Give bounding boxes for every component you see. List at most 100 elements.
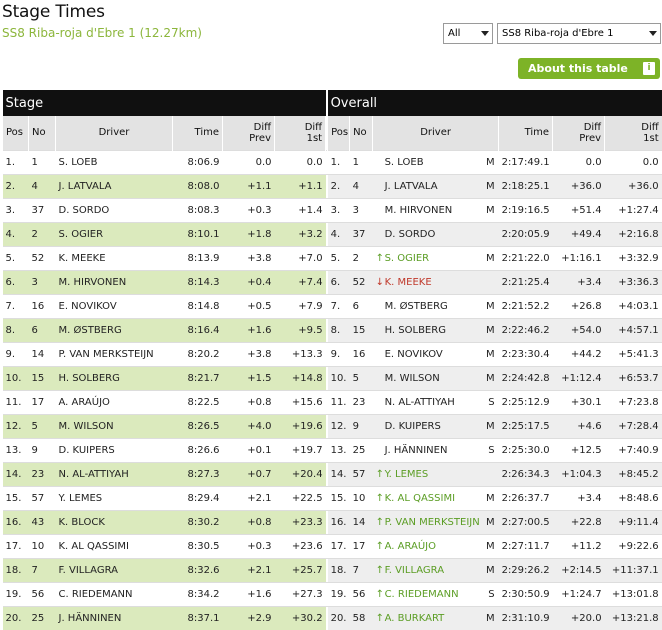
overall-diff-1st: +9:22.6 bbox=[604, 533, 662, 558]
stage-select-value: SS8 Riba-roja d'Ebre 1 bbox=[502, 28, 614, 39]
overall-car-no: 25 bbox=[349, 437, 373, 462]
overall-driver-cell[interactable]: E. NOVIKOV M bbox=[372, 341, 499, 366]
stage-driver[interactable]: S. OGIER bbox=[55, 221, 173, 246]
overall-driver-name[interactable]: M. WILSON bbox=[385, 373, 440, 384]
about-table-button[interactable]: About this table i bbox=[518, 58, 660, 79]
overall-driver-name[interactable]: D. SORDO bbox=[385, 229, 436, 240]
overall-driver-cell[interactable]: ↑A. ARAÚJO M bbox=[372, 533, 499, 558]
stage-driver[interactable]: E. NOVIKOV bbox=[55, 293, 173, 318]
stage-driver[interactable]: M. WILSON bbox=[55, 413, 173, 438]
stage-driver[interactable]: F. VILLAGRA bbox=[55, 557, 173, 582]
overall-car-no: 56 bbox=[349, 581, 373, 606]
overall-diff-prev: +1:04.3 bbox=[552, 461, 605, 486]
stage-select[interactable]: SS8 Riba-roja d'Ebre 1 bbox=[497, 23, 661, 44]
stage-driver[interactable]: K. MEEKE bbox=[55, 245, 173, 270]
overall-driver-name[interactable]: D. KUIPERS bbox=[385, 421, 441, 432]
stage-driver[interactable]: N. AL-ATTIYAH bbox=[55, 461, 173, 486]
overall-driver-name[interactable]: H. SOLBERG bbox=[385, 325, 446, 336]
stage-driver[interactable]: A. ARAÚJO bbox=[55, 389, 173, 414]
overall-driver-name[interactable]: J. LATVALA bbox=[385, 181, 438, 192]
overall-driver-name[interactable]: K. MEEKE bbox=[385, 277, 432, 288]
overall-driver-cell[interactable]: ↑F. VILLAGRA M bbox=[372, 557, 499, 582]
overall-driver-name[interactable]: S. LOEB bbox=[385, 157, 424, 168]
stage-time: 8:14.8 bbox=[172, 293, 223, 318]
overall-driver-name[interactable]: M. ØSTBERG bbox=[385, 301, 448, 312]
overall-group-letter: M bbox=[485, 180, 495, 192]
overall-diff-1st: +8:48.6 bbox=[604, 485, 662, 510]
arrow-up-icon: ↑ bbox=[375, 252, 384, 264]
stage-driver[interactable]: M. ØSTBERG bbox=[55, 317, 173, 342]
table-row: 3. 37 D. SORDO 8:08.3 +0.3 +1.4 3. 3 M. HIRVONEN… bbox=[2, 197, 662, 222]
overall-time: 2:20:05.9 bbox=[498, 221, 553, 246]
overall-time: 2:21:22.0 bbox=[498, 245, 553, 270]
overall-group-letter: M bbox=[485, 492, 495, 504]
table-row: 15. 57 Y. LEMES 8:29.4 +2.1 +22.5 15. 10 ↑K. AL … bbox=[2, 485, 662, 510]
overall-driver-cell[interactable]: ↑S. OGIER M bbox=[372, 245, 499, 270]
overall-driver-name[interactable]: C. RIEDEMANN bbox=[385, 589, 459, 600]
table-row: 5. 52 K. MEEKE 8:13.9 +3.8 +7.0 5. 2 ↑S. OGIER M 2… bbox=[2, 245, 662, 270]
overall-driver-cell[interactable]: N. AL-ATTIYAH S bbox=[372, 389, 499, 414]
overall-driver-name[interactable]: Y. LEMES bbox=[385, 469, 429, 480]
overall-driver-name[interactable]: N. AL-ATTIYAH bbox=[385, 397, 455, 408]
overall-driver-name[interactable]: F. VILLAGRA bbox=[385, 565, 444, 576]
stage-driver[interactable]: D. SORDO bbox=[55, 197, 173, 222]
stage-driver[interactable]: K. BLOCK bbox=[55, 509, 173, 534]
overall-driver-name[interactable]: E. NOVIKOV bbox=[385, 349, 443, 360]
stage-driver[interactable]: K. AL QASSIMI bbox=[55, 533, 173, 558]
overall-time: 2:29:26.2 bbox=[498, 557, 553, 582]
stage-driver[interactable]: H. SOLBERG bbox=[55, 365, 173, 390]
overall-pos: 5. bbox=[327, 245, 350, 270]
overall-driver-name[interactable]: S. OGIER bbox=[385, 253, 430, 264]
stage-diff-prev: +2.1 bbox=[222, 557, 275, 582]
overall-driver-cell[interactable]: M. WILSON M bbox=[372, 365, 499, 390]
overall-driver-cell[interactable]: J. LATVALA M bbox=[372, 173, 499, 198]
overall-driver-cell[interactable]: ↑A. BURKART M bbox=[372, 605, 499, 630]
overall-driver-cell[interactable]: D. SORDO bbox=[372, 221, 499, 246]
overall-car-no: 23 bbox=[349, 389, 373, 414]
stage-time: 8:13.9 bbox=[172, 245, 223, 270]
stage-diff-1st: +19.6 bbox=[274, 413, 326, 438]
overall-time: 2:27:00.5 bbox=[498, 509, 553, 534]
overall-driver-cell[interactable]: J. HÄNNINEN S bbox=[372, 437, 499, 462]
overall-section-header: Overall bbox=[327, 90, 662, 116]
stage-diff-prev: +0.1 bbox=[222, 437, 275, 462]
stage-driver[interactable]: M. HIRVONEN bbox=[55, 269, 173, 294]
overall-time: 2:26:34.3 bbox=[498, 461, 553, 486]
overall-car-no: 16 bbox=[349, 341, 373, 366]
overall-driver-cell[interactable]: ↑Y. LEMES bbox=[372, 461, 499, 486]
overall-pos: 11. bbox=[327, 389, 350, 414]
stage-driver[interactable]: Y. LEMES bbox=[55, 485, 173, 510]
arrow-down-icon: ↓ bbox=[375, 276, 384, 288]
overall-diff-prev: +30.1 bbox=[552, 389, 605, 414]
overall-driver-name[interactable]: A. BURKART bbox=[385, 613, 445, 624]
overall-driver-cell[interactable]: M. ØSTBERG M bbox=[372, 293, 499, 318]
overall-diff-prev: +11.2 bbox=[552, 533, 605, 558]
overall-driver-name[interactable]: A. ARAÚJO bbox=[385, 541, 436, 552]
stage-diff-prev: +2.9 bbox=[222, 605, 275, 630]
overall-driver-cell[interactable]: D. KUIPERS M bbox=[372, 413, 499, 438]
stage-driver[interactable]: S. LOEB bbox=[55, 149, 173, 174]
overall-driver-cell[interactable]: ↑C. RIEDEMANN S bbox=[372, 581, 499, 606]
overall-driver-cell[interactable]: S. LOEB M bbox=[372, 149, 499, 174]
overall-diff-1st: +3:32.9 bbox=[604, 245, 662, 270]
overall-driver-cell[interactable]: H. SOLBERG M bbox=[372, 317, 499, 342]
stage-driver[interactable]: J. LATVALA bbox=[55, 173, 173, 198]
overall-driver-cell[interactable]: ↑P. VAN MERKSTEIJN M bbox=[372, 509, 499, 534]
overall-driver-cell[interactable]: ↓K. MEEKE bbox=[372, 269, 499, 294]
filter-select[interactable]: All bbox=[443, 23, 493, 44]
stage-driver[interactable]: J. HÄNNINEN bbox=[55, 605, 173, 630]
overall-diff-prev: +44.2 bbox=[552, 341, 605, 366]
overall-driver-name[interactable]: K. AL QASSIMI bbox=[385, 493, 455, 504]
stage-car-no: 57 bbox=[28, 485, 56, 510]
stage-driver[interactable]: C. RIEDEMANN bbox=[55, 581, 173, 606]
overall-driver-name[interactable]: M. HIRVONEN bbox=[385, 205, 453, 216]
stage-pos: 20. bbox=[2, 605, 29, 630]
overall-driver-name[interactable]: J. HÄNNINEN bbox=[385, 445, 448, 456]
stage-driver[interactable]: P. VAN MERKSTEIJN bbox=[55, 341, 173, 366]
overall-car-no: 1 bbox=[349, 149, 373, 174]
overall-diff-1st: +9:11.4 bbox=[604, 509, 662, 534]
stage-driver[interactable]: D. KUIPERS bbox=[55, 437, 173, 462]
overall-driver-name[interactable]: P. VAN MERKSTEIJN bbox=[385, 517, 480, 528]
overall-driver-cell[interactable]: ↑K. AL QASSIMI M bbox=[372, 485, 499, 510]
overall-driver-cell[interactable]: M. HIRVONEN M bbox=[372, 197, 499, 222]
